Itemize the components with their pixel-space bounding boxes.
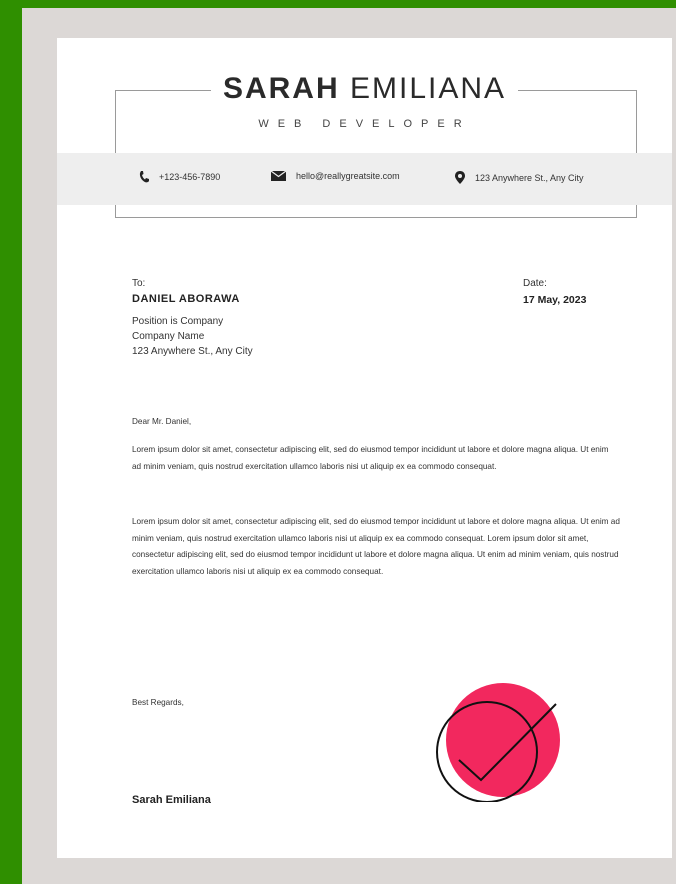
last-name: EMILIANA	[349, 72, 507, 105]
email-icon	[271, 171, 286, 181]
date-label: Date:	[523, 278, 547, 289]
contact-phone: +123-456-7890	[139, 171, 220, 183]
letter-page: SARAH EMILIANA WEB DEVELOPER +123-456-78…	[57, 38, 672, 858]
first-name: SARAH	[222, 72, 340, 105]
phone-icon	[139, 171, 149, 183]
recipient-line: Company Name	[132, 331, 205, 342]
recipient-line: 123 Anywhere St., Any City	[132, 346, 253, 357]
signature-name: Sarah Emiliana	[132, 794, 211, 806]
applicant-name: SARAH EMILIANA	[57, 72, 672, 106]
email-address: hello@reallygreatsite.com	[296, 171, 400, 181]
checkmark-icon	[436, 683, 560, 802]
paragraph-1: Lorem ipsum dolor sit amet, consectetur …	[132, 445, 609, 471]
phone-number: +123-456-7890	[159, 172, 221, 182]
contact-address: 123 Anywhere St., Any City	[455, 171, 584, 184]
location-pin-icon	[455, 171, 465, 184]
salutation: Dear Mr. Daniel,	[132, 417, 192, 426]
to-label: To:	[132, 278, 146, 289]
street-address: 123 Anywhere St., Any City	[475, 172, 584, 183]
contact-email: hello@reallygreatsite.com	[271, 171, 400, 181]
paragraph-2: Lorem ipsum dolor sit amet, consectetur …	[132, 517, 620, 576]
recipient-address: Position is Company Company Name 123 Any…	[132, 314, 253, 359]
recipient-name: DANIEL ABORAWA	[132, 293, 240, 305]
job-title: WEB DEVELOPER	[258, 118, 471, 130]
recipient-line: Position is Company	[132, 316, 224, 327]
date-value: 17 May, 2023	[523, 294, 587, 306]
contact-bar: +123-456-7890 hello@reallygreatsite.com …	[57, 153, 672, 205]
